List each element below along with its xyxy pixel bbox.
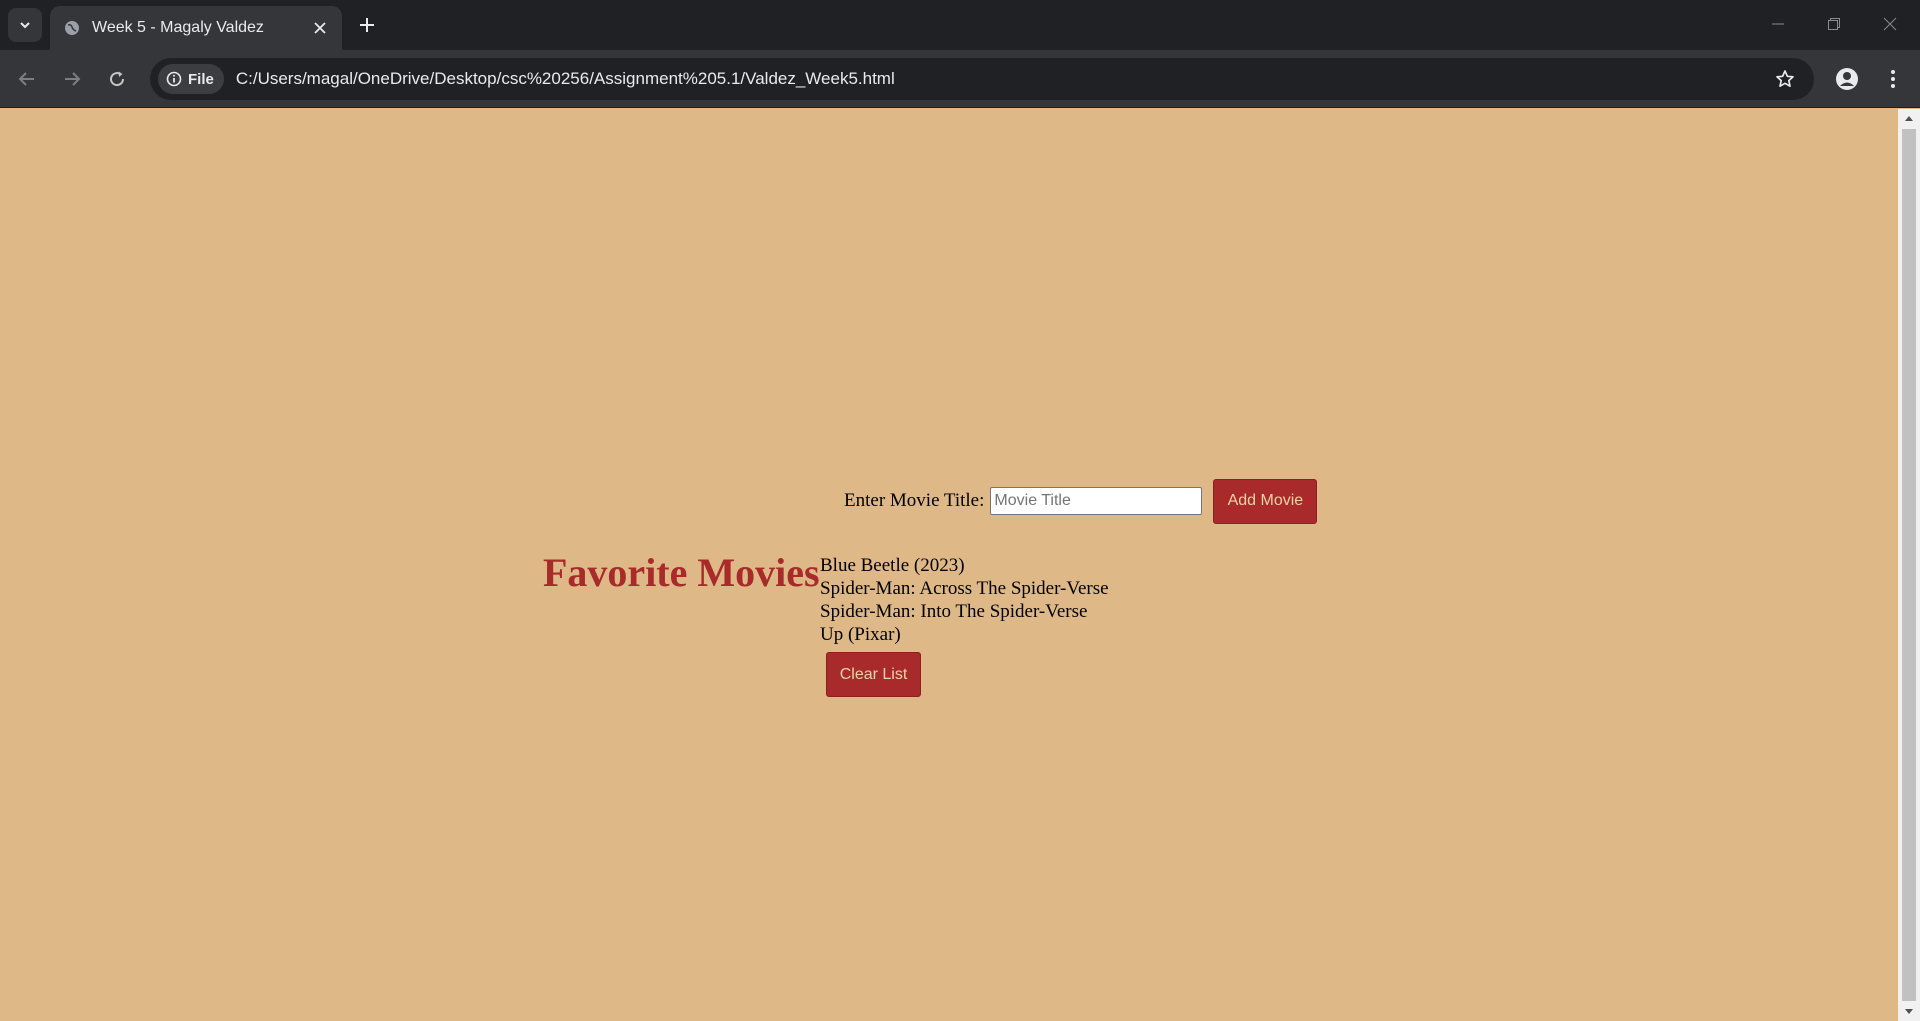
add-movie-button[interactable]: Add Movie (1213, 478, 1318, 524)
menu-button[interactable] (1876, 62, 1910, 96)
star-icon (1776, 70, 1794, 88)
profile-button[interactable] (1830, 62, 1864, 96)
back-button[interactable] (10, 62, 44, 96)
minimize-button[interactable] (1750, 0, 1806, 48)
movie-title-input[interactable] (990, 487, 1203, 515)
tab-strip: Week 5 - Magaly Valdez (0, 0, 1920, 50)
info-icon (166, 71, 182, 87)
globe-icon (62, 18, 82, 38)
plus-icon (360, 18, 374, 32)
scroll-down-arrow-icon[interactable] (1898, 1003, 1920, 1021)
scroll-up-arrow-icon[interactable] (1898, 109, 1920, 127)
scrollbar-thumb[interactable] (1902, 129, 1916, 1001)
active-tab[interactable]: Week 5 - Magaly Valdez (50, 6, 342, 50)
movie-input-row: Enter Movie Title: Add Movie (844, 478, 1318, 524)
restore-icon (1828, 18, 1840, 30)
movie-title-label: Enter Movie Title: (844, 490, 985, 511)
chevron-down-icon (20, 22, 30, 29)
list-item: Up (Pixar) (820, 624, 901, 645)
tab-search-button[interactable] (8, 8, 42, 42)
page-content: Enter Movie Title: Add Movie Favorite Mo… (0, 109, 1898, 1021)
more-vertical-icon (1891, 70, 1895, 88)
tab-close-button[interactable] (308, 16, 332, 40)
close-icon (1883, 17, 1897, 31)
page-title: Favorite Movies (543, 550, 820, 595)
minimize-icon (1772, 23, 1784, 25)
list-item: Blue Beetle (2023) (820, 555, 965, 576)
arrow-right-icon (65, 72, 81, 86)
address-bar[interactable]: File C:/Users/magal/OneDrive/Desktop/csc… (150, 58, 1814, 100)
restore-button[interactable] (1806, 0, 1862, 48)
list-item: Spider-Man: Across The Spider-Verse (820, 578, 1109, 599)
reload-icon (110, 71, 125, 87)
tab-title: Week 5 - Magaly Valdez (92, 19, 264, 36)
close-icon (314, 22, 326, 34)
bookmark-button[interactable] (1768, 62, 1802, 96)
url-text[interactable]: C:/Users/magal/OneDrive/Desktop/csc%2025… (236, 69, 1768, 89)
new-tab-button[interactable] (352, 10, 382, 40)
user-avatar-icon (1836, 68, 1858, 90)
list-item: Spider-Man: Into The Spider-Verse (820, 601, 1088, 622)
forward-button[interactable] (55, 62, 89, 96)
window-close-button[interactable] (1862, 0, 1918, 48)
browser-toolbar: File C:/Users/magal/OneDrive/Desktop/csc… (0, 50, 1920, 108)
vertical-scrollbar[interactable] (1898, 109, 1920, 1021)
arrow-left-icon (18, 72, 34, 86)
clear-list-button[interactable]: Clear List (826, 652, 921, 697)
reload-button[interactable] (100, 62, 134, 96)
site-info-chip[interactable]: File (158, 64, 224, 94)
movie-list: Blue Beetle (2023) Spider-Man: Across Th… (820, 554, 1109, 646)
site-chip-label: File (188, 70, 214, 88)
